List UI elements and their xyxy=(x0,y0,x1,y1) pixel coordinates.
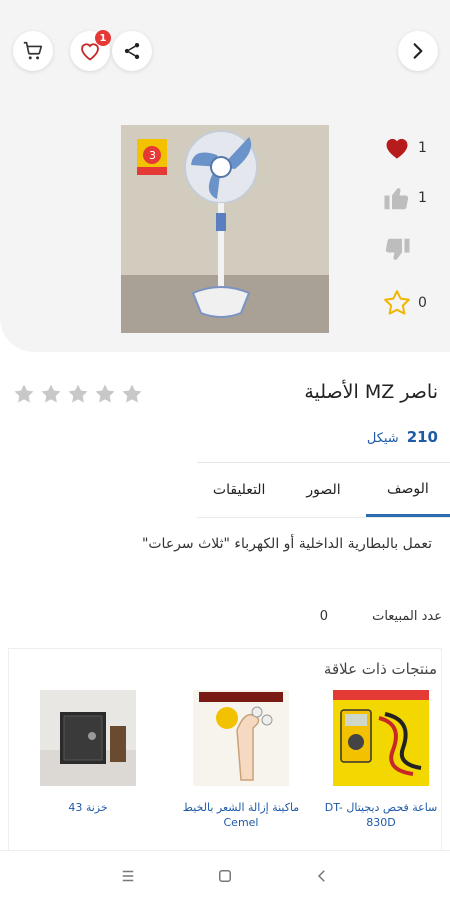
cart-icon xyxy=(23,41,43,60)
thumbs-down-icon xyxy=(385,238,410,260)
related-products-title: منتجات ذات علاقة xyxy=(323,660,437,678)
back-nav-icon[interactable] xyxy=(313,867,331,885)
likes-stat[interactable]: 1 xyxy=(382,134,427,162)
related-product-item[interactable]: ساعة فحص ديجيتال DT-830D xyxy=(321,690,441,830)
product-tabs: الوصف الصور التعليقات xyxy=(197,462,450,518)
sales-count-row: عدد المبيعات 0 xyxy=(320,609,442,624)
share-button[interactable] xyxy=(112,31,152,71)
wishlist-count-badge: 1 xyxy=(95,30,111,46)
product-image[interactable]: 3 xyxy=(121,125,329,333)
favorites-count: 0 xyxy=(418,295,427,311)
product-title: ناصر MZ الأصلية xyxy=(304,381,438,403)
share-icon xyxy=(124,43,140,59)
star-icon xyxy=(41,384,61,403)
thumbs-up-stat[interactable]: 1 xyxy=(382,183,427,213)
star-icon xyxy=(68,384,88,403)
back-button[interactable] xyxy=(398,31,438,71)
star-outline-icon xyxy=(384,290,410,315)
related-product-image xyxy=(333,690,429,786)
price-value: 210 xyxy=(406,428,438,446)
thumbs-down-stat[interactable] xyxy=(382,235,412,265)
recent-apps-icon[interactable] xyxy=(119,867,137,885)
related-product-name: ماكينة إزالة الشعر بالخيط Cemel xyxy=(182,801,300,829)
product-description: تعمل بالبطارية الداخلية أو الكهرباء "ثلا… xyxy=(141,536,432,552)
related-product-item[interactable]: ماكينة إزالة الشعر بالخيط Cemel xyxy=(181,690,301,830)
star-icon xyxy=(122,384,142,403)
home-icon[interactable] xyxy=(216,867,234,885)
tab-description[interactable]: الوصف xyxy=(365,463,450,517)
star-icon xyxy=(14,384,34,403)
heart-icon xyxy=(386,138,408,159)
thumbs-up-icon xyxy=(384,188,409,210)
fan-photo: 3 xyxy=(121,125,329,333)
price: 210 شيكل xyxy=(367,428,438,446)
rating-stars[interactable] xyxy=(12,382,144,406)
favorites-stat[interactable]: 0 xyxy=(382,288,427,318)
thumbs-up-count: 1 xyxy=(418,190,427,206)
related-product-image xyxy=(40,690,136,786)
likes-count: 1 xyxy=(418,140,427,156)
cart-button[interactable] xyxy=(13,31,53,71)
tab-images[interactable]: الصور xyxy=(281,463,365,517)
related-product-image xyxy=(193,690,289,786)
system-navigation-bar xyxy=(0,850,450,900)
related-product-name: خزنة 43 xyxy=(68,801,108,814)
tab-comments[interactable]: التعليقات xyxy=(197,463,281,517)
chevron-right-icon xyxy=(413,43,423,59)
star-icon xyxy=(95,384,115,403)
svg-text:3: 3 xyxy=(149,149,156,162)
price-currency: شيكل xyxy=(366,431,399,446)
related-product-item[interactable]: خزنة 43 xyxy=(28,690,148,815)
wishlist-button[interactable]: 1 xyxy=(70,30,111,71)
sales-label: عدد المبيعات xyxy=(372,609,442,624)
related-product-name: ساعة فحص ديجيتال DT-830D xyxy=(324,801,438,829)
sales-count: 0 xyxy=(319,609,329,624)
